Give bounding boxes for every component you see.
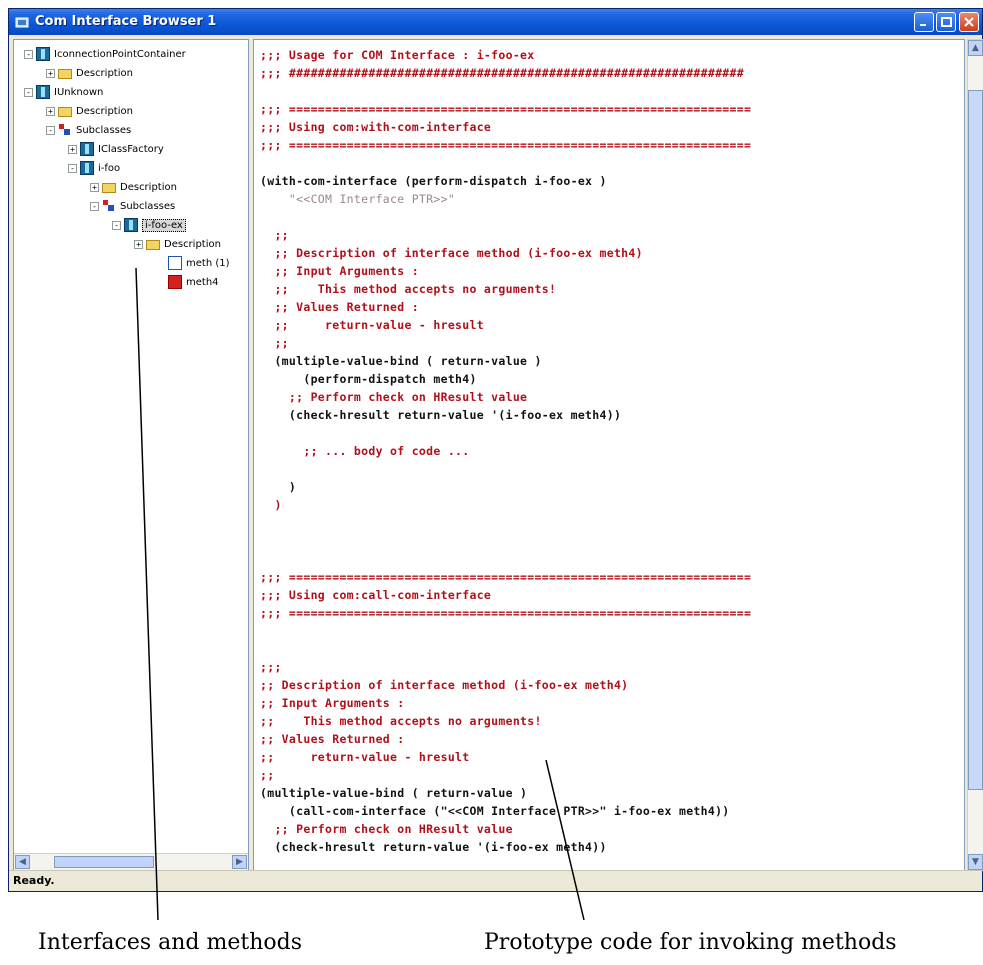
pointer-lines (135, 267, 585, 921)
caption-left: Interfaces and methods (38, 930, 302, 955)
right-pointer-line (545, 759, 585, 921)
caption-right: Prototype code for invoking methods (484, 930, 897, 955)
left-pointer-line (135, 267, 159, 921)
